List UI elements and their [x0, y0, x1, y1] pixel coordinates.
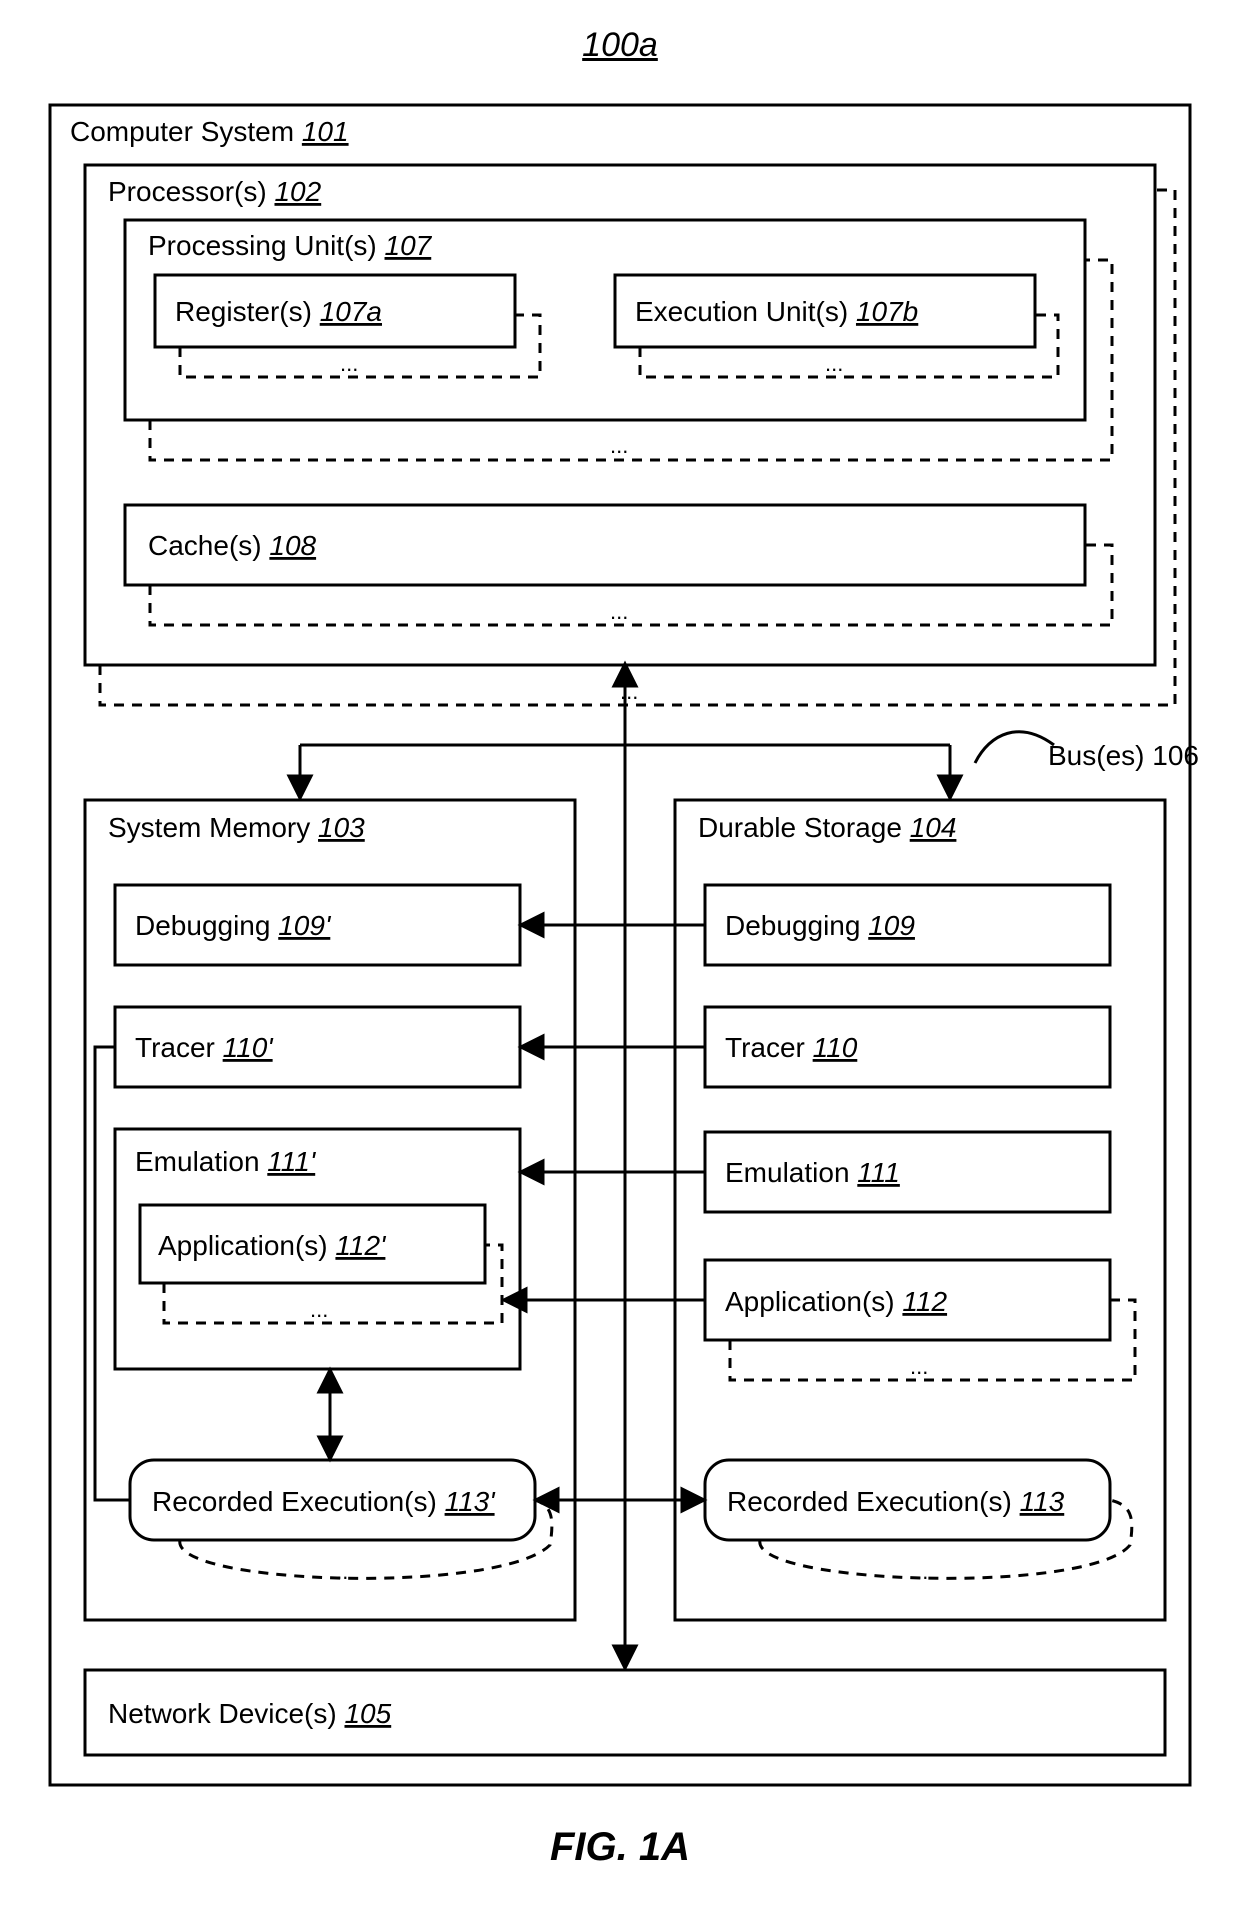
- computer-system-label: Computer System 101: [70, 116, 349, 147]
- recorded-memory-label: Recorded Execution(s) 113': [152, 1486, 496, 1517]
- bus-label: Bus(es) 106: [1048, 740, 1199, 771]
- execution-units-label: Execution Unit(s) 107b: [635, 296, 918, 327]
- svg-text:...: ...: [825, 351, 843, 376]
- system-memory-label: System Memory 103: [108, 812, 365, 843]
- svg-text:...: ...: [330, 1559, 348, 1584]
- figure-ref: 100a: [0, 0, 1240, 65]
- svg-text:...: ...: [610, 433, 628, 458]
- durable-storage-label: Durable Storage 104: [698, 812, 956, 843]
- debugging-memory-label: Debugging 109': [135, 910, 332, 941]
- svg-text:...: ...: [610, 599, 628, 624]
- svg-text:...: ...: [340, 351, 358, 376]
- tracer-storage-label: Tracer 110: [725, 1032, 858, 1063]
- registers-label: Register(s) 107a: [175, 296, 382, 327]
- svg-text:...: ...: [910, 1559, 928, 1584]
- applications-storage-label: Application(s) 112: [725, 1286, 947, 1317]
- emulation-memory-label: Emulation 111': [135, 1146, 317, 1177]
- svg-text:...: ...: [910, 1354, 928, 1379]
- applications-memory-label: Application(s) 112': [158, 1230, 387, 1261]
- svg-text:...: ...: [620, 679, 638, 704]
- processing-units-label: Processing Unit(s) 107: [148, 230, 433, 261]
- emulation-storage-label: Emulation 111: [725, 1157, 900, 1188]
- figure-caption: FIG. 1A: [0, 1825, 1240, 1910]
- network-label: Network Device(s) 105: [108, 1698, 392, 1729]
- tracer-memory-label: Tracer 110': [135, 1032, 274, 1063]
- recorded-storage-label: Recorded Execution(s) 113: [727, 1486, 1065, 1517]
- svg-text:...: ...: [310, 1297, 328, 1322]
- processors-label: Processor(s) 102: [108, 176, 322, 207]
- debugging-storage-label: Debugging 109: [725, 910, 915, 941]
- caches-label: Cache(s) 108: [148, 530, 317, 561]
- diagram: Computer System 101 Processor(s) 102 Pro…: [30, 85, 1210, 1805]
